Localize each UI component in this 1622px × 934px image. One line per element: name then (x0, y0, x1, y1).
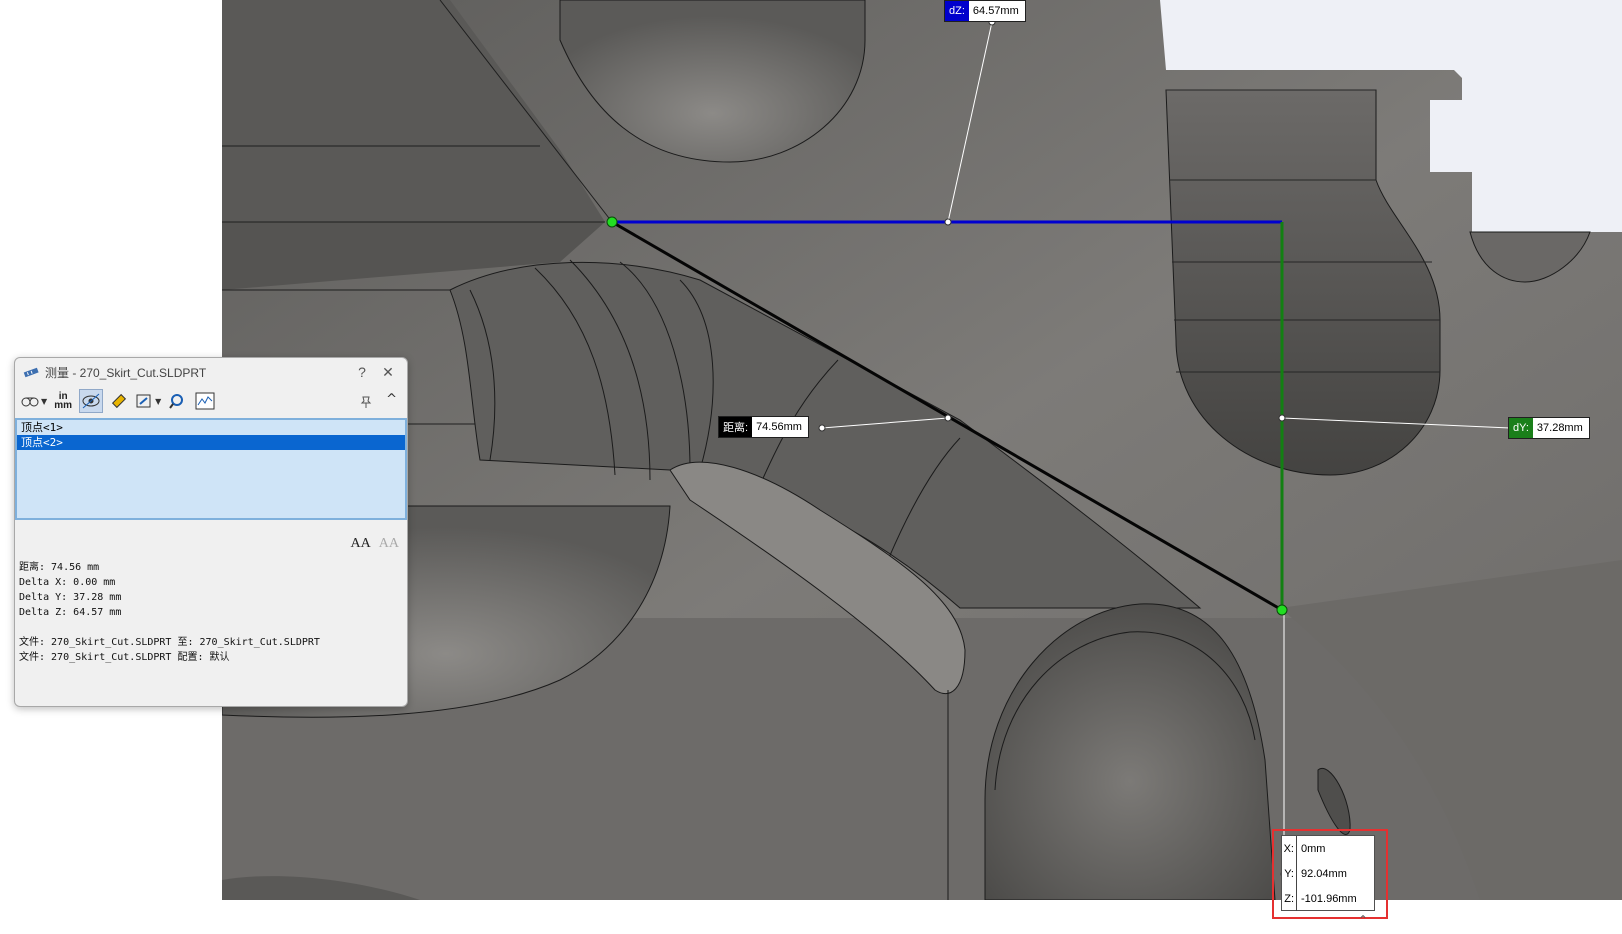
close-button[interactable]: ✕ (375, 364, 401, 381)
dy-callout[interactable]: dY: 37.28mm (1508, 417, 1590, 439)
x-coordinate-row: X: 0mm (1282, 836, 1374, 861)
dz-callout[interactable]: dZ: 64.57mm (944, 0, 1026, 22)
dz-callout-value: 64.57mm (968, 1, 1025, 21)
collapse-button[interactable]: ^ (386, 392, 397, 407)
dialog-title: 测量 - 270_Skirt_Cut.SLDPRT (45, 365, 207, 380)
z-value: -101.96mm (1301, 892, 1357, 905)
vertex-2-marker[interactable] (1276, 604, 1288, 616)
distance-callout[interactable]: 距离: 74.56mm (718, 416, 809, 438)
y-value: 92.04mm (1301, 867, 1347, 880)
delta-x-result: Delta X: 0.00 mm (19, 577, 116, 588)
arc-circle-icon (21, 397, 39, 407)
delta-y-result: Delta Y: 37.28 mm (19, 592, 122, 603)
list-item[interactable]: 顶点<1> (17, 420, 405, 435)
sensor-graph-icon (195, 392, 215, 410)
z-coordinate-row: Z: -101.96mm (1282, 886, 1374, 911)
help-button[interactable]: ? (349, 364, 375, 380)
measure-tool-icon (23, 367, 39, 378)
selection-list[interactable]: 顶点<1> 顶点<2> (15, 418, 407, 520)
dz-callout-tag: dZ: (945, 1, 969, 21)
measure-history-button[interactable] (165, 389, 189, 413)
list-item[interactable]: 顶点<2> (17, 435, 405, 450)
xyz-eye-icon (82, 393, 100, 409)
arc-options-button[interactable]: ▼ (21, 389, 47, 413)
file-line-2: 文件: 270_Skirt_Cut.SLDPRT 配置: 默认 (19, 652, 230, 663)
font-size-controls: AA AA (351, 536, 399, 552)
dialog-toolbar: ▼ in mm ▼ ^ (15, 386, 407, 416)
z-key: Z: (1282, 886, 1297, 911)
measure-dialog: 测量 - 270_Skirt_Cut.SLDPRT ? ✕ ▼ in mm ▼ … (14, 357, 408, 707)
chevron-down-icon[interactable]: ▼ (41, 397, 47, 406)
chevron-up-icon[interactable]: ⌃ (1358, 913, 1368, 927)
x-value: 0mm (1301, 842, 1326, 855)
xyz-coordinates-callout[interactable]: X: 0mm Y: 92.04mm Z: -101.96mm (1281, 835, 1375, 911)
pin-icon[interactable] (359, 394, 373, 413)
delta-z-result: Delta Z: 64.57 mm (19, 607, 122, 618)
history-icon (169, 394, 184, 409)
distance-callout-value: 74.56mm (752, 417, 808, 437)
ruler-icon (112, 393, 127, 409)
increase-font-button[interactable]: AA (351, 536, 371, 552)
y-key: Y: (1282, 861, 1297, 886)
units-precision-button[interactable]: in mm (51, 389, 75, 413)
show-xyz-button[interactable] (79, 389, 104, 413)
dy-callout-tag: dY: (1509, 418, 1533, 438)
units-bottom: mm (54, 400, 73, 411)
point-to-point-button[interactable] (107, 389, 131, 413)
vertex-1-marker[interactable] (606, 216, 618, 228)
chevron-down-icon[interactable]: ▼ (155, 397, 161, 406)
units-icon: in mm (54, 392, 73, 411)
projected-on-button[interactable]: ▼ (135, 389, 161, 413)
file-line-1: 文件: 270_Skirt_Cut.SLDPRT 至: 270_Skirt_Cu… (19, 637, 320, 648)
measure-results: 距离: 74.56 mm Delta X: 0.00 mm Delta Y: 37.… (19, 560, 320, 665)
dy-callout-value: 37.28mm (1532, 418, 1589, 438)
y-coordinate-row: Y: 92.04mm (1282, 861, 1374, 886)
projection-icon (136, 394, 151, 408)
x-key: X: (1282, 836, 1297, 861)
create-sensor-button[interactable] (193, 389, 217, 413)
dialog-titlebar[interactable]: 测量 - 270_Skirt_Cut.SLDPRT ? ✕ (15, 358, 407, 386)
decrease-font-button[interactable]: AA (379, 536, 399, 552)
distance-result: 距离: 74.56 mm (19, 562, 100, 573)
distance-callout-tag: 距离: (719, 417, 753, 437)
